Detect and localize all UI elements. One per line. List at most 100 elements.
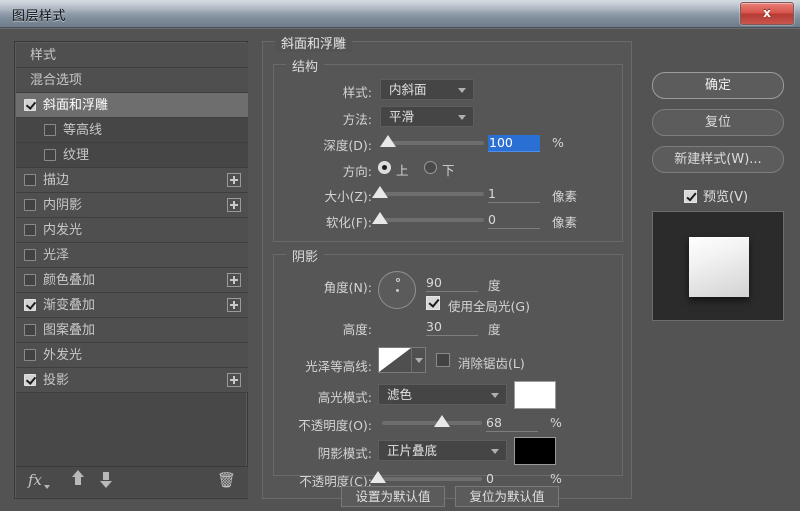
style-checkbox-7[interactable] bbox=[24, 224, 36, 236]
size-slider-track[interactable] bbox=[384, 192, 484, 196]
styles-list: 样式 混合选项 斜面和浮雕 等高线 纹理描边内阴影内发光光泽颜色叠加 渐变叠加图案叠加外发… bbox=[16, 43, 248, 467]
style-row-label: 图案叠加 bbox=[43, 323, 96, 338]
style-row-2[interactable]: 斜面和浮雕 bbox=[16, 93, 248, 118]
preview-checkbox[interactable] bbox=[684, 190, 697, 203]
style-checkbox-10[interactable] bbox=[24, 299, 36, 311]
global-light-checkbox[interactable] bbox=[426, 296, 440, 310]
dialog-body: 样式 混合选项 斜面和浮雕 等高线 纹理 描边 内阴影 内发光 光泽 颜色叠加 渐变叠加 图案叠加 外发… bbox=[0, 28, 800, 511]
fx-icon[interactable]: fx bbox=[28, 471, 42, 489]
styles-toolbar: fx 🗑 bbox=[16, 466, 248, 497]
style-row-label: 光泽 bbox=[43, 248, 70, 263]
depth-slider-thumb[interactable] bbox=[380, 135, 396, 147]
direction-up-radio[interactable] bbox=[378, 161, 391, 174]
style-select-value: 内斜面 bbox=[389, 82, 427, 97]
size-unit: 像素 bbox=[552, 189, 578, 204]
direction-up-label: 上 bbox=[396, 163, 409, 178]
style-checkbox-5[interactable] bbox=[24, 174, 36, 186]
depth-unit: % bbox=[552, 135, 564, 150]
size-input[interactable]: 1 bbox=[488, 186, 540, 203]
add-effect-icon[interactable] bbox=[227, 298, 241, 312]
antialias-checkbox[interactable] bbox=[436, 353, 450, 367]
add-effect-icon[interactable] bbox=[227, 198, 241, 212]
chevron-down-icon bbox=[458, 115, 466, 120]
style-row-12[interactable]: 外发光 bbox=[16, 343, 248, 368]
add-effect-icon[interactable] bbox=[227, 273, 241, 287]
style-checkbox-12[interactable] bbox=[24, 349, 36, 361]
shadow-opacity-slider-track[interactable] bbox=[382, 477, 482, 481]
title-bar[interactable]: 图层样式 x bbox=[0, 0, 800, 28]
style-row-1[interactable]: 混合选项 bbox=[16, 68, 248, 93]
add-effect-icon[interactable] bbox=[227, 373, 241, 387]
preview-checkbox-row[interactable]: 预览(V) bbox=[684, 186, 748, 205]
soften-unit: 像素 bbox=[552, 215, 578, 230]
style-label: 样式: bbox=[342, 85, 372, 100]
shadow-opacity-slider-thumb[interactable] bbox=[370, 471, 386, 483]
move-up-icon[interactable] bbox=[70, 470, 86, 488]
style-row-4[interactable]: 纹理 bbox=[16, 143, 248, 168]
shading-legend: 阴影 bbox=[286, 246, 325, 265]
angle-dial-handle[interactable] bbox=[396, 278, 400, 282]
depth-input[interactable]: 100 bbox=[488, 135, 540, 152]
style-row-5[interactable]: 描边 bbox=[16, 168, 248, 193]
shadow-mode-value: 正片叠底 bbox=[387, 443, 438, 458]
style-row-8[interactable]: 光泽 bbox=[16, 243, 248, 268]
chevron-down-icon[interactable] bbox=[411, 348, 425, 372]
style-row-label: 内阴影 bbox=[43, 198, 83, 213]
style-row-label: 内发光 bbox=[43, 223, 83, 238]
highlight-opacity-slider-thumb[interactable] bbox=[434, 415, 450, 427]
angle-dial[interactable] bbox=[378, 271, 416, 309]
style-row-7[interactable]: 内发光 bbox=[16, 218, 248, 243]
style-checkbox-13[interactable] bbox=[24, 374, 36, 386]
reset-default-button[interactable]: 复位为默认值 bbox=[455, 486, 559, 507]
new-style-button[interactable]: 新建样式(W)... bbox=[652, 146, 784, 173]
soften-slider-track[interactable] bbox=[384, 218, 484, 222]
shadow-mode-select[interactable]: 正片叠底 bbox=[378, 440, 507, 461]
highlight-opacity-input[interactable]: 68 bbox=[486, 415, 538, 432]
highlight-color-swatch[interactable] bbox=[514, 381, 556, 409]
set-default-button[interactable]: 设置为默认值 bbox=[341, 486, 445, 507]
style-row-label: 描边 bbox=[43, 173, 70, 188]
style-select[interactable]: 内斜面 bbox=[380, 79, 474, 100]
direction-down-label: 下 bbox=[442, 163, 455, 178]
highlight-mode-value: 滤色 bbox=[387, 387, 413, 402]
depth-slider-track[interactable] bbox=[384, 141, 484, 145]
ok-button[interactable]: 确定 bbox=[652, 72, 784, 99]
highlight-mode-select[interactable]: 滤色 bbox=[378, 384, 507, 405]
style-row-13[interactable]: 投影 bbox=[16, 368, 248, 393]
style-row-10[interactable]: 渐变叠加 bbox=[16, 293, 248, 318]
style-row-9[interactable]: 颜色叠加 bbox=[16, 268, 248, 293]
angle-input[interactable]: 90 bbox=[426, 275, 478, 292]
method-select[interactable]: 平滑 bbox=[380, 106, 474, 127]
reset-button[interactable]: 复位 bbox=[652, 109, 784, 136]
style-checkbox-9[interactable] bbox=[24, 274, 36, 286]
style-checkbox-8[interactable] bbox=[24, 249, 36, 261]
fx-caret-icon[interactable] bbox=[44, 485, 50, 489]
options-panel-title: 斜面和浮雕 bbox=[275, 33, 353, 52]
direction-down-radio[interactable] bbox=[424, 161, 437, 174]
soften-slider-thumb[interactable] bbox=[372, 212, 388, 224]
move-down-icon[interactable] bbox=[98, 470, 114, 488]
shadow-mode-label: 阴影模式: bbox=[317, 446, 372, 461]
style-checkbox-3[interactable] bbox=[44, 124, 56, 136]
add-effect-icon[interactable] bbox=[227, 173, 241, 187]
gloss-contour-picker[interactable] bbox=[378, 347, 426, 373]
trash-icon[interactable]: 🗑 bbox=[217, 471, 236, 489]
highlight-opacity-slider-track[interactable] bbox=[382, 421, 482, 425]
soften-label: 软化(F): bbox=[325, 215, 372, 230]
style-row-0[interactable]: 样式 bbox=[16, 43, 248, 68]
altitude-input[interactable]: 30 bbox=[426, 319, 478, 336]
shadow-color-swatch[interactable] bbox=[514, 437, 556, 465]
close-button[interactable]: x bbox=[740, 2, 794, 25]
soften-input[interactable]: 0 bbox=[488, 212, 540, 229]
style-checkbox-4[interactable] bbox=[44, 149, 56, 161]
style-row-11[interactable]: 图案叠加 bbox=[16, 318, 248, 343]
style-checkbox-6[interactable] bbox=[24, 199, 36, 211]
style-row-label: 外发光 bbox=[43, 348, 83, 363]
style-row-3[interactable]: 等高线 bbox=[16, 118, 248, 143]
size-slider-thumb[interactable] bbox=[372, 186, 388, 198]
layer-style-dialog: 图层样式 x 样式 混合选项 斜面和浮雕 等高线 纹理 描边 内阴影 内发光 光泽 颜色叠加 渐变叠… bbox=[0, 0, 800, 511]
style-checkbox-2[interactable] bbox=[24, 99, 36, 111]
style-checkbox-11[interactable] bbox=[24, 324, 36, 336]
style-row-6[interactable]: 内阴影 bbox=[16, 193, 248, 218]
direction-label: 方向: bbox=[342, 164, 372, 179]
